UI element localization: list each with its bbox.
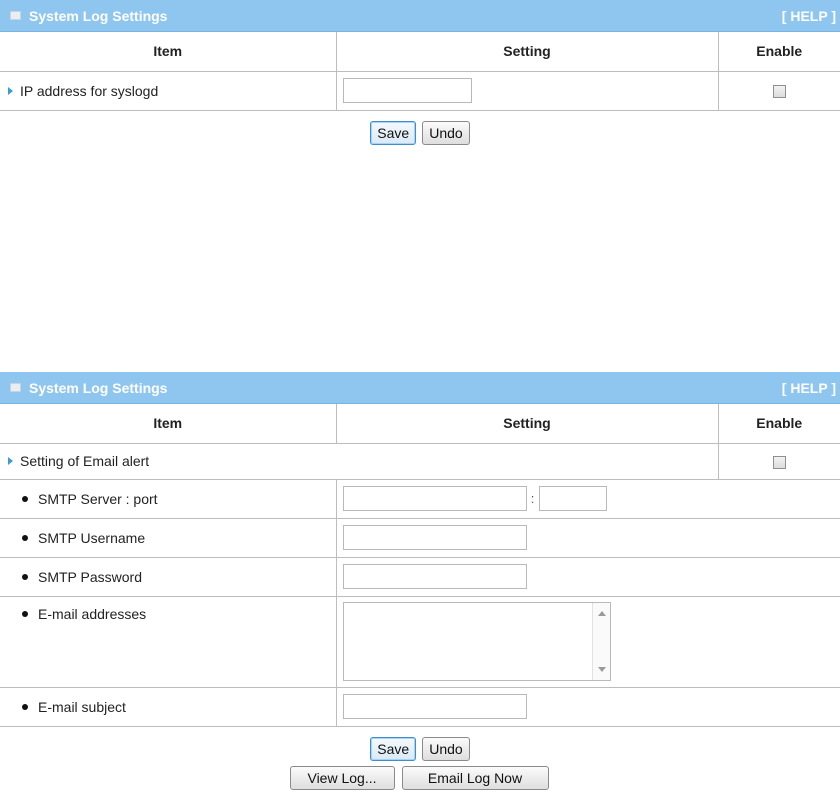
- syslogd-ip-label: IP address for syslogd: [20, 82, 159, 99]
- email-subject-input[interactable]: [342, 694, 527, 719]
- textarea-scrollbar[interactable]: [591, 602, 610, 680]
- table-row: E-mail addresses: [0, 596, 840, 688]
- save-button[interactable]: Save: [370, 736, 417, 761]
- undo-button[interactable]: Undo: [422, 736, 470, 761]
- panel-titlebar: System Log Settings [ HELP ]: [0, 372, 840, 404]
- panel-title: System Log Settings: [29, 379, 168, 396]
- column-header-item: Item: [0, 32, 337, 72]
- button-row: Save Undo: [0, 111, 840, 145]
- panel-titlebar: System Log Settings [ HELP ]: [0, 0, 840, 32]
- email-alert-enable-checkbox[interactable]: [772, 455, 786, 469]
- table-header-row: Item Setting Enable: [0, 404, 840, 444]
- panel-title: System Log Settings: [29, 7, 168, 24]
- smtp-password-input[interactable]: [342, 564, 527, 589]
- log-button-row: View Log... Email Log Now: [0, 761, 840, 790]
- smtp-server-input[interactable]: [342, 486, 527, 511]
- table-row: Setting of Email alert: [0, 443, 840, 480]
- table-row: SMTP Password: [0, 557, 840, 597]
- bullet-icon: [22, 495, 28, 502]
- column-header-setting: Setting: [336, 404, 719, 444]
- table-row: SMTP Server : port :: [0, 479, 840, 519]
- window-icon: [10, 383, 21, 392]
- view-log-button[interactable]: View Log...: [289, 765, 395, 790]
- email-alert-label: Setting of Email alert: [20, 453, 150, 469]
- column-header-setting: Setting: [336, 32, 719, 72]
- bullet-icon: [22, 703, 28, 710]
- column-header-enable: Enable: [718, 404, 840, 444]
- scroll-down-icon[interactable]: [597, 666, 606, 672]
- email-log-settings-panel: System Log Settings [ HELP ] Item Settin…: [0, 372, 840, 790]
- help-link[interactable]: [ HELP ]: [782, 380, 836, 396]
- button-row: Save Undo: [0, 727, 840, 761]
- bullet-icon: [22, 610, 28, 617]
- arrow-right-icon: [8, 86, 13, 95]
- smtp-server-label: SMTP Server : port: [38, 490, 158, 507]
- settings-table: Item Setting Enable IP address for syslo…: [0, 32, 840, 111]
- column-header-item: Item: [0, 404, 337, 444]
- bullet-icon: [22, 573, 28, 580]
- undo-button[interactable]: Undo: [422, 120, 470, 145]
- table-row: SMTP Username: [0, 518, 840, 558]
- smtp-username-label: SMTP Username: [38, 529, 146, 546]
- table-header-row: Item Setting Enable: [0, 32, 840, 72]
- email-addresses-label: E-mail addresses: [38, 605, 147, 622]
- help-link[interactable]: [ HELP ]: [782, 8, 836, 24]
- email-log-now-button[interactable]: Email Log Now: [401, 765, 549, 790]
- email-addresses-textarea[interactable]: [343, 602, 592, 680]
- column-header-enable: Enable: [718, 32, 840, 72]
- smtp-username-input[interactable]: [342, 525, 527, 550]
- bullet-icon: [22, 534, 28, 541]
- syslogd-enable-checkbox[interactable]: [772, 85, 786, 99]
- window-icon: [10, 11, 21, 20]
- syslog-settings-panel: System Log Settings [ HELP ] Item Settin…: [0, 0, 840, 145]
- arrow-right-icon: [8, 457, 13, 465]
- save-button[interactable]: Save: [370, 120, 417, 145]
- settings-table: Item Setting Enable Setting of Email ale…: [0, 404, 840, 727]
- email-addresses-field: [342, 601, 611, 681]
- scroll-up-icon[interactable]: [597, 610, 606, 616]
- port-separator: :: [530, 491, 535, 506]
- syslogd-ip-input[interactable]: [342, 78, 472, 103]
- email-subject-label: E-mail subject: [38, 698, 126, 715]
- smtp-port-input[interactable]: [538, 486, 607, 511]
- smtp-password-label: SMTP Password: [38, 568, 142, 585]
- table-row: IP address for syslogd: [0, 71, 840, 111]
- table-row: E-mail subject: [0, 687, 840, 727]
